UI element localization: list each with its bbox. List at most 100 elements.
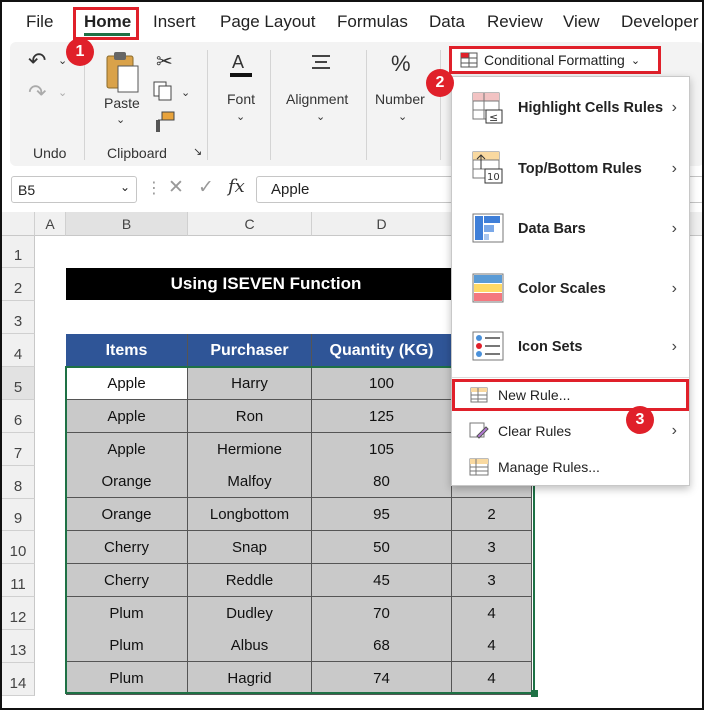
tab-page-layout[interactable]: Page Layout: [220, 12, 315, 32]
font-icon[interactable]: A: [228, 50, 254, 85]
menu-item-data-bars[interactable]: Data Bars ›: [452, 199, 689, 259]
column-header-c[interactable]: C: [188, 212, 312, 236]
table-cell[interactable]: Apple: [66, 367, 188, 400]
redo-icon[interactable]: ↷: [28, 80, 46, 106]
sheet-title[interactable]: Using ISEVEN Function: [66, 268, 466, 300]
tab-data[interactable]: Data: [429, 12, 465, 32]
table-cell[interactable]: Harry: [188, 367, 312, 400]
copy-dropdown-icon[interactable]: ⌄: [181, 86, 190, 99]
table-cell[interactable]: 80: [312, 465, 452, 499]
cancel-icon[interactable]: ✕: [168, 176, 184, 199]
table-cell[interactable]: Apple: [66, 432, 188, 466]
alignment-icon[interactable]: [310, 52, 332, 79]
undo-icon[interactable]: ↶: [28, 48, 46, 74]
table-cell[interactable]: Plum: [66, 662, 188, 696]
table-header-purchaser[interactable]: Purchaser: [188, 334, 312, 367]
table-cell[interactable]: Albus: [188, 629, 312, 663]
row-header-3[interactable]: 3: [2, 301, 35, 334]
table-cell[interactable]: Malfoy: [188, 465, 312, 499]
tab-developer[interactable]: Developer: [621, 12, 699, 32]
table-cell[interactable]: Cherry: [66, 563, 188, 597]
column-header-d[interactable]: D: [312, 212, 452, 236]
table-header-quantity[interactable]: Quantity (KG): [312, 334, 452, 367]
clipboard-launcher-icon[interactable]: ↘: [193, 145, 202, 158]
table-cell[interactable]: Apple: [66, 399, 188, 433]
paste-label[interactable]: Paste: [104, 95, 140, 111]
tab-file[interactable]: File: [26, 12, 53, 32]
menu-item-top-bottom-rules[interactable]: 10 Top/Bottom Rules ›: [452, 139, 689, 199]
row-header-9[interactable]: 9: [2, 499, 35, 531]
table-cell[interactable]: Plum: [66, 629, 188, 663]
select-all-corner[interactable]: [2, 212, 35, 236]
percent-icon[interactable]: %: [391, 51, 411, 77]
fill-handle[interactable]: [531, 690, 538, 697]
number-group-label[interactable]: Number: [375, 91, 425, 107]
table-cell[interactable]: Hagrid: [188, 662, 312, 696]
table-cell[interactable]: 68: [312, 629, 452, 663]
menu-item-icon-sets[interactable]: Icon Sets ›: [452, 319, 689, 375]
paste-dropdown-icon[interactable]: ⌄: [116, 113, 125, 126]
table-cell[interactable]: Ron: [188, 399, 312, 433]
column-header-a[interactable]: A: [35, 212, 66, 236]
row-header-2[interactable]: 2: [2, 268, 35, 301]
tab-view[interactable]: View: [563, 12, 600, 32]
format-painter-icon[interactable]: [152, 110, 176, 139]
redo-dropdown-icon[interactable]: ⌄: [58, 86, 67, 99]
table-cell[interactable]: Reddle: [188, 563, 312, 597]
tab-formulas[interactable]: Formulas: [337, 12, 408, 32]
table-cell[interactable]: Dudley: [188, 596, 312, 630]
row-header-6[interactable]: 6: [2, 400, 35, 433]
table-cell[interactable]: 74: [312, 662, 452, 696]
row-header-10[interactable]: 10: [2, 531, 35, 564]
enter-icon[interactable]: ✓: [198, 176, 214, 199]
table-cell[interactable]: Orange: [66, 498, 188, 532]
table-cell[interactable]: 4: [452, 629, 532, 663]
table-cell[interactable]: Hermione: [188, 432, 312, 466]
menu-item-manage-rules[interactable]: Manage Rules...: [452, 449, 689, 485]
tab-insert[interactable]: Insert: [153, 12, 196, 32]
table-cell[interactable]: Longbottom: [188, 498, 312, 532]
row-header-7[interactable]: 7: [2, 433, 35, 466]
row-header-4[interactable]: 4: [2, 334, 35, 367]
table-header-items[interactable]: Items: [66, 334, 188, 367]
column-header-b[interactable]: B: [66, 212, 188, 236]
copy-icon[interactable]: [152, 80, 174, 107]
table-cell[interactable]: 125: [312, 399, 452, 433]
alignment-group-label[interactable]: Alignment: [286, 91, 348, 107]
insert-function-icon[interactable]: fx: [228, 176, 245, 197]
number-dropdown-icon[interactable]: ⌄: [398, 110, 407, 123]
chevron-down-icon[interactable]: ⌄: [120, 180, 130, 194]
table-cell[interactable]: 50: [312, 531, 452, 564]
row-header-5[interactable]: 5: [2, 367, 35, 400]
table-cell[interactable]: 3: [452, 563, 532, 597]
table-cell[interactable]: 4: [452, 596, 532, 630]
row-header-12[interactable]: 12: [2, 597, 35, 630]
row-header-11[interactable]: 11: [2, 564, 35, 597]
conditional-formatting-button[interactable]: Conditional Formatting ⌄: [449, 46, 661, 74]
table-cell[interactable]: 100: [312, 367, 452, 400]
table-cell[interactable]: 95: [312, 498, 452, 532]
tab-review[interactable]: Review: [487, 12, 543, 32]
menu-item-highlight-cells-rules[interactable]: ≤ Highlight Cells Rules ›: [452, 77, 689, 139]
row-header-13[interactable]: 13: [2, 630, 35, 663]
table-cell[interactable]: Plum: [66, 596, 188, 630]
table-cell[interactable]: Snap: [188, 531, 312, 564]
alignment-dropdown-icon[interactable]: ⌄: [316, 110, 325, 123]
table-cell[interactable]: 4: [452, 662, 532, 696]
row-header-14[interactable]: 14: [2, 663, 35, 696]
table-cell[interactable]: Orange: [66, 465, 188, 499]
row-header-8[interactable]: 8: [2, 466, 35, 499]
font-dropdown-icon[interactable]: ⌄: [236, 110, 245, 123]
drag-handle-icon[interactable]: ⋮: [146, 178, 162, 198]
menu-item-color-scales[interactable]: Color Scales ›: [452, 259, 689, 319]
cut-icon[interactable]: ✂: [156, 49, 173, 74]
table-cell[interactable]: 2: [452, 498, 532, 532]
name-box[interactable]: B5 ⌄: [11, 176, 137, 203]
table-cell[interactable]: 45: [312, 563, 452, 597]
table-cell[interactable]: Cherry: [66, 531, 188, 564]
row-header-1[interactable]: 1: [2, 236, 35, 268]
font-group-label[interactable]: Font: [227, 91, 255, 107]
menu-item-new-rule[interactable]: New Rule...: [452, 379, 689, 411]
paste-icon[interactable]: [104, 50, 140, 99]
table-cell[interactable]: 70: [312, 596, 452, 630]
